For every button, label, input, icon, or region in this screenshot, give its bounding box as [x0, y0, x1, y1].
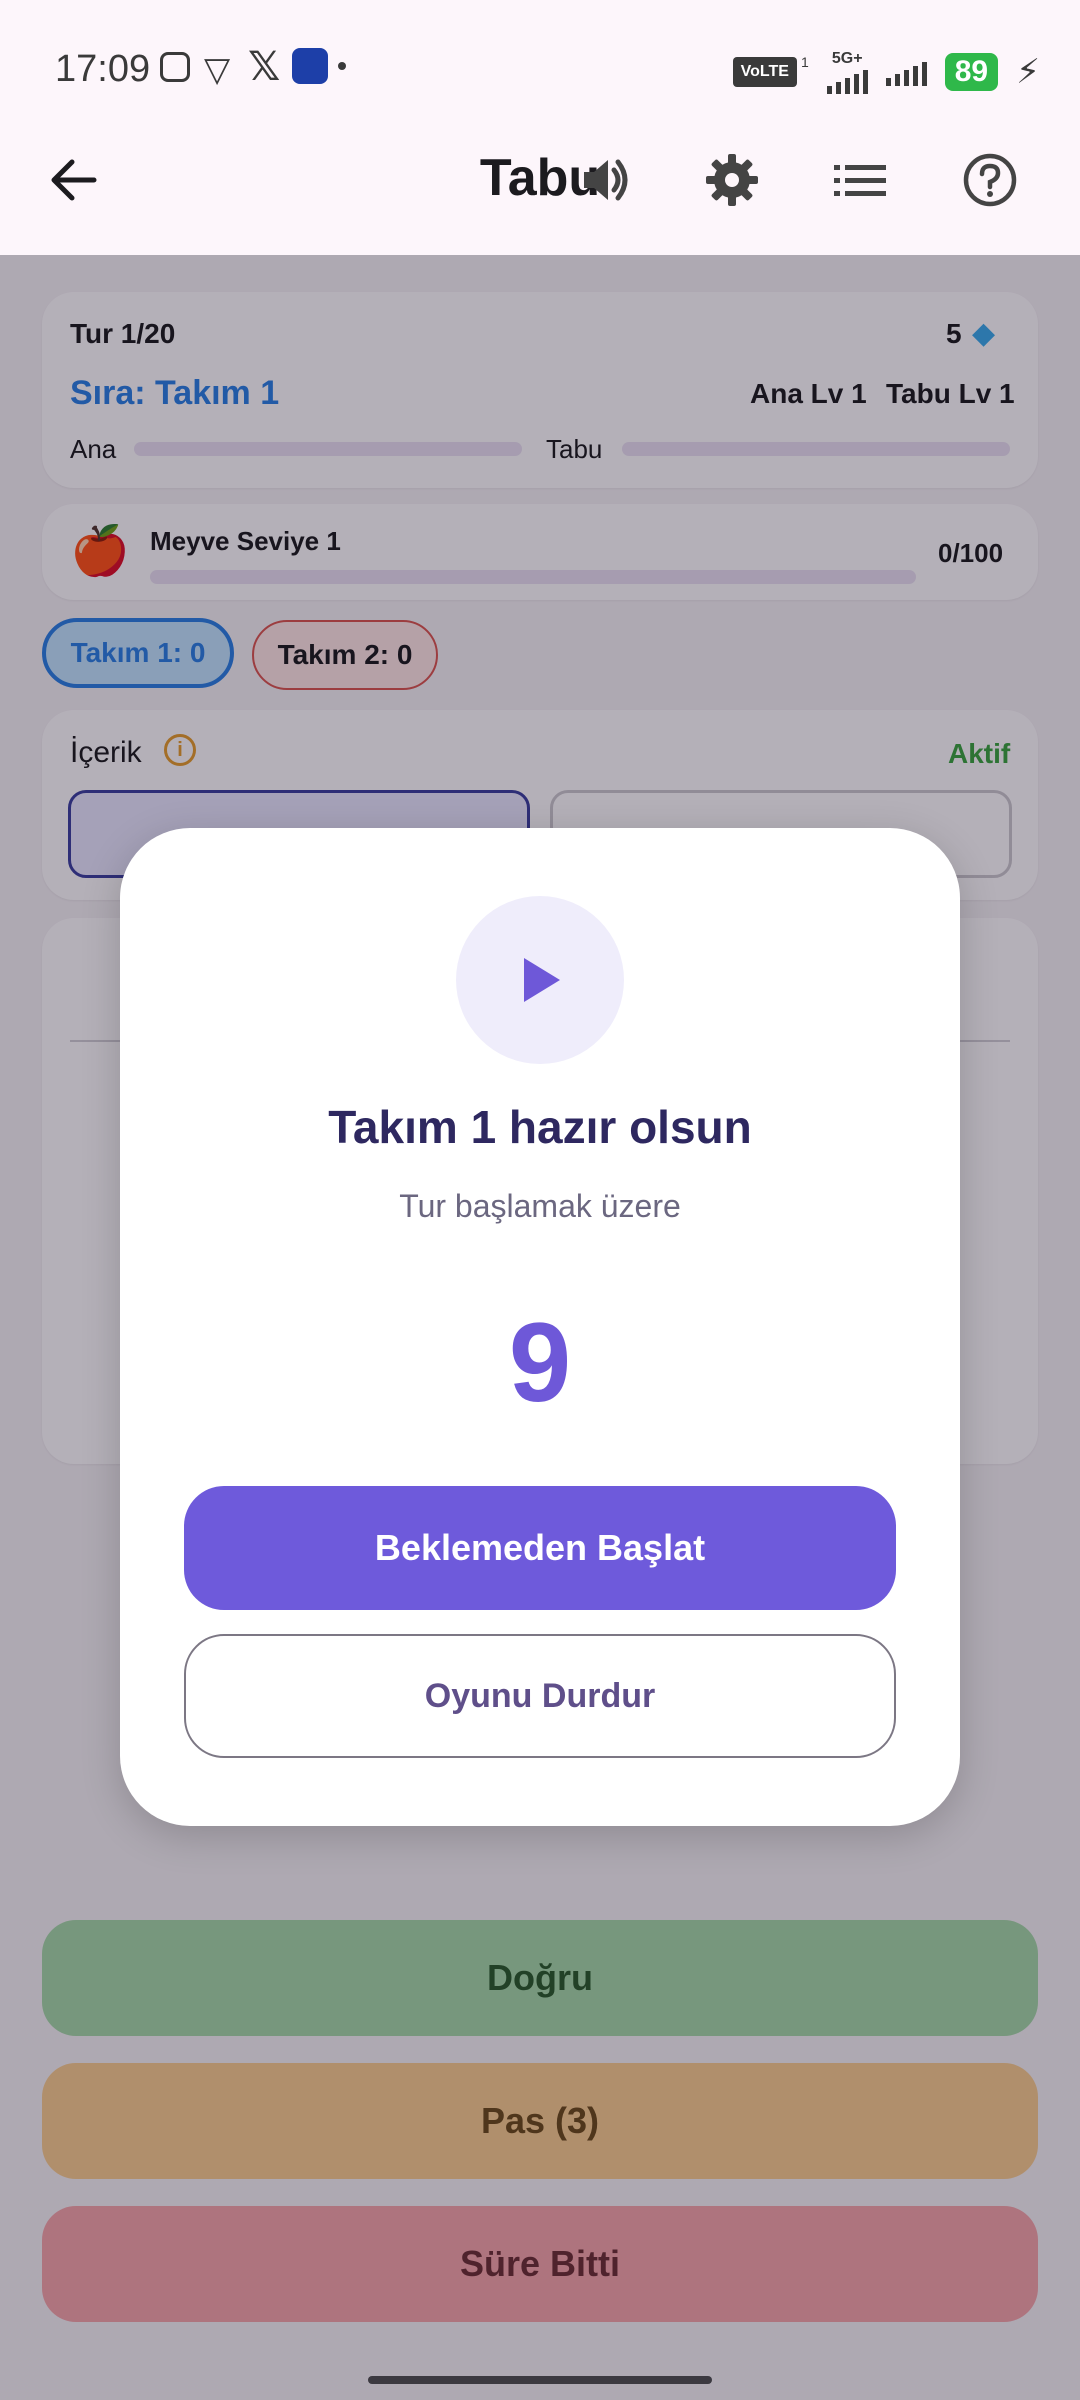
volume-icon[interactable] [578, 152, 634, 208]
status-time: 17:09 [55, 48, 151, 90]
list-icon[interactable] [832, 152, 888, 208]
sim-number: 1 [800, 54, 809, 70]
shield-icon: ▽ [204, 51, 231, 89]
app-notification-icon [292, 48, 328, 84]
more-notifications-icon [338, 62, 346, 70]
stop-game-button[interactable]: Oyunu Durdur [184, 1634, 896, 1758]
countdown-number: 9 [508, 1300, 572, 1425]
status-right-group: VoLTE 1 5G+ 89 ⚡ [732, 50, 1040, 94]
signal-5g-icon: 5G+ [826, 50, 868, 94]
dialog-subtitle: Tur başlamak üzere [399, 1188, 681, 1224]
battery-level: 89 [944, 53, 999, 91]
x-app-icon: 𝕏 [248, 45, 281, 89]
ready-dialog: Takım 1 hazır olsun Tur başlamak üzere 9… [120, 828, 960, 1826]
volte-badge: VoLTE [732, 57, 797, 87]
settings-gear-icon[interactable] [704, 152, 760, 208]
play-icon [524, 958, 560, 1002]
page-title: Tabu [479, 149, 601, 207]
play-badge [456, 896, 624, 1064]
charging-icon: ⚡ [1016, 53, 1040, 91]
instagram-icon [160, 52, 190, 82]
signal-icon [885, 58, 927, 86]
start-now-button[interactable]: Beklemeden Başlat [184, 1486, 896, 1610]
help-icon[interactable] [962, 152, 1018, 208]
dialog-title: Takım 1 hazır olsun [328, 1101, 752, 1153]
home-indicator[interactable] [368, 2376, 712, 2384]
